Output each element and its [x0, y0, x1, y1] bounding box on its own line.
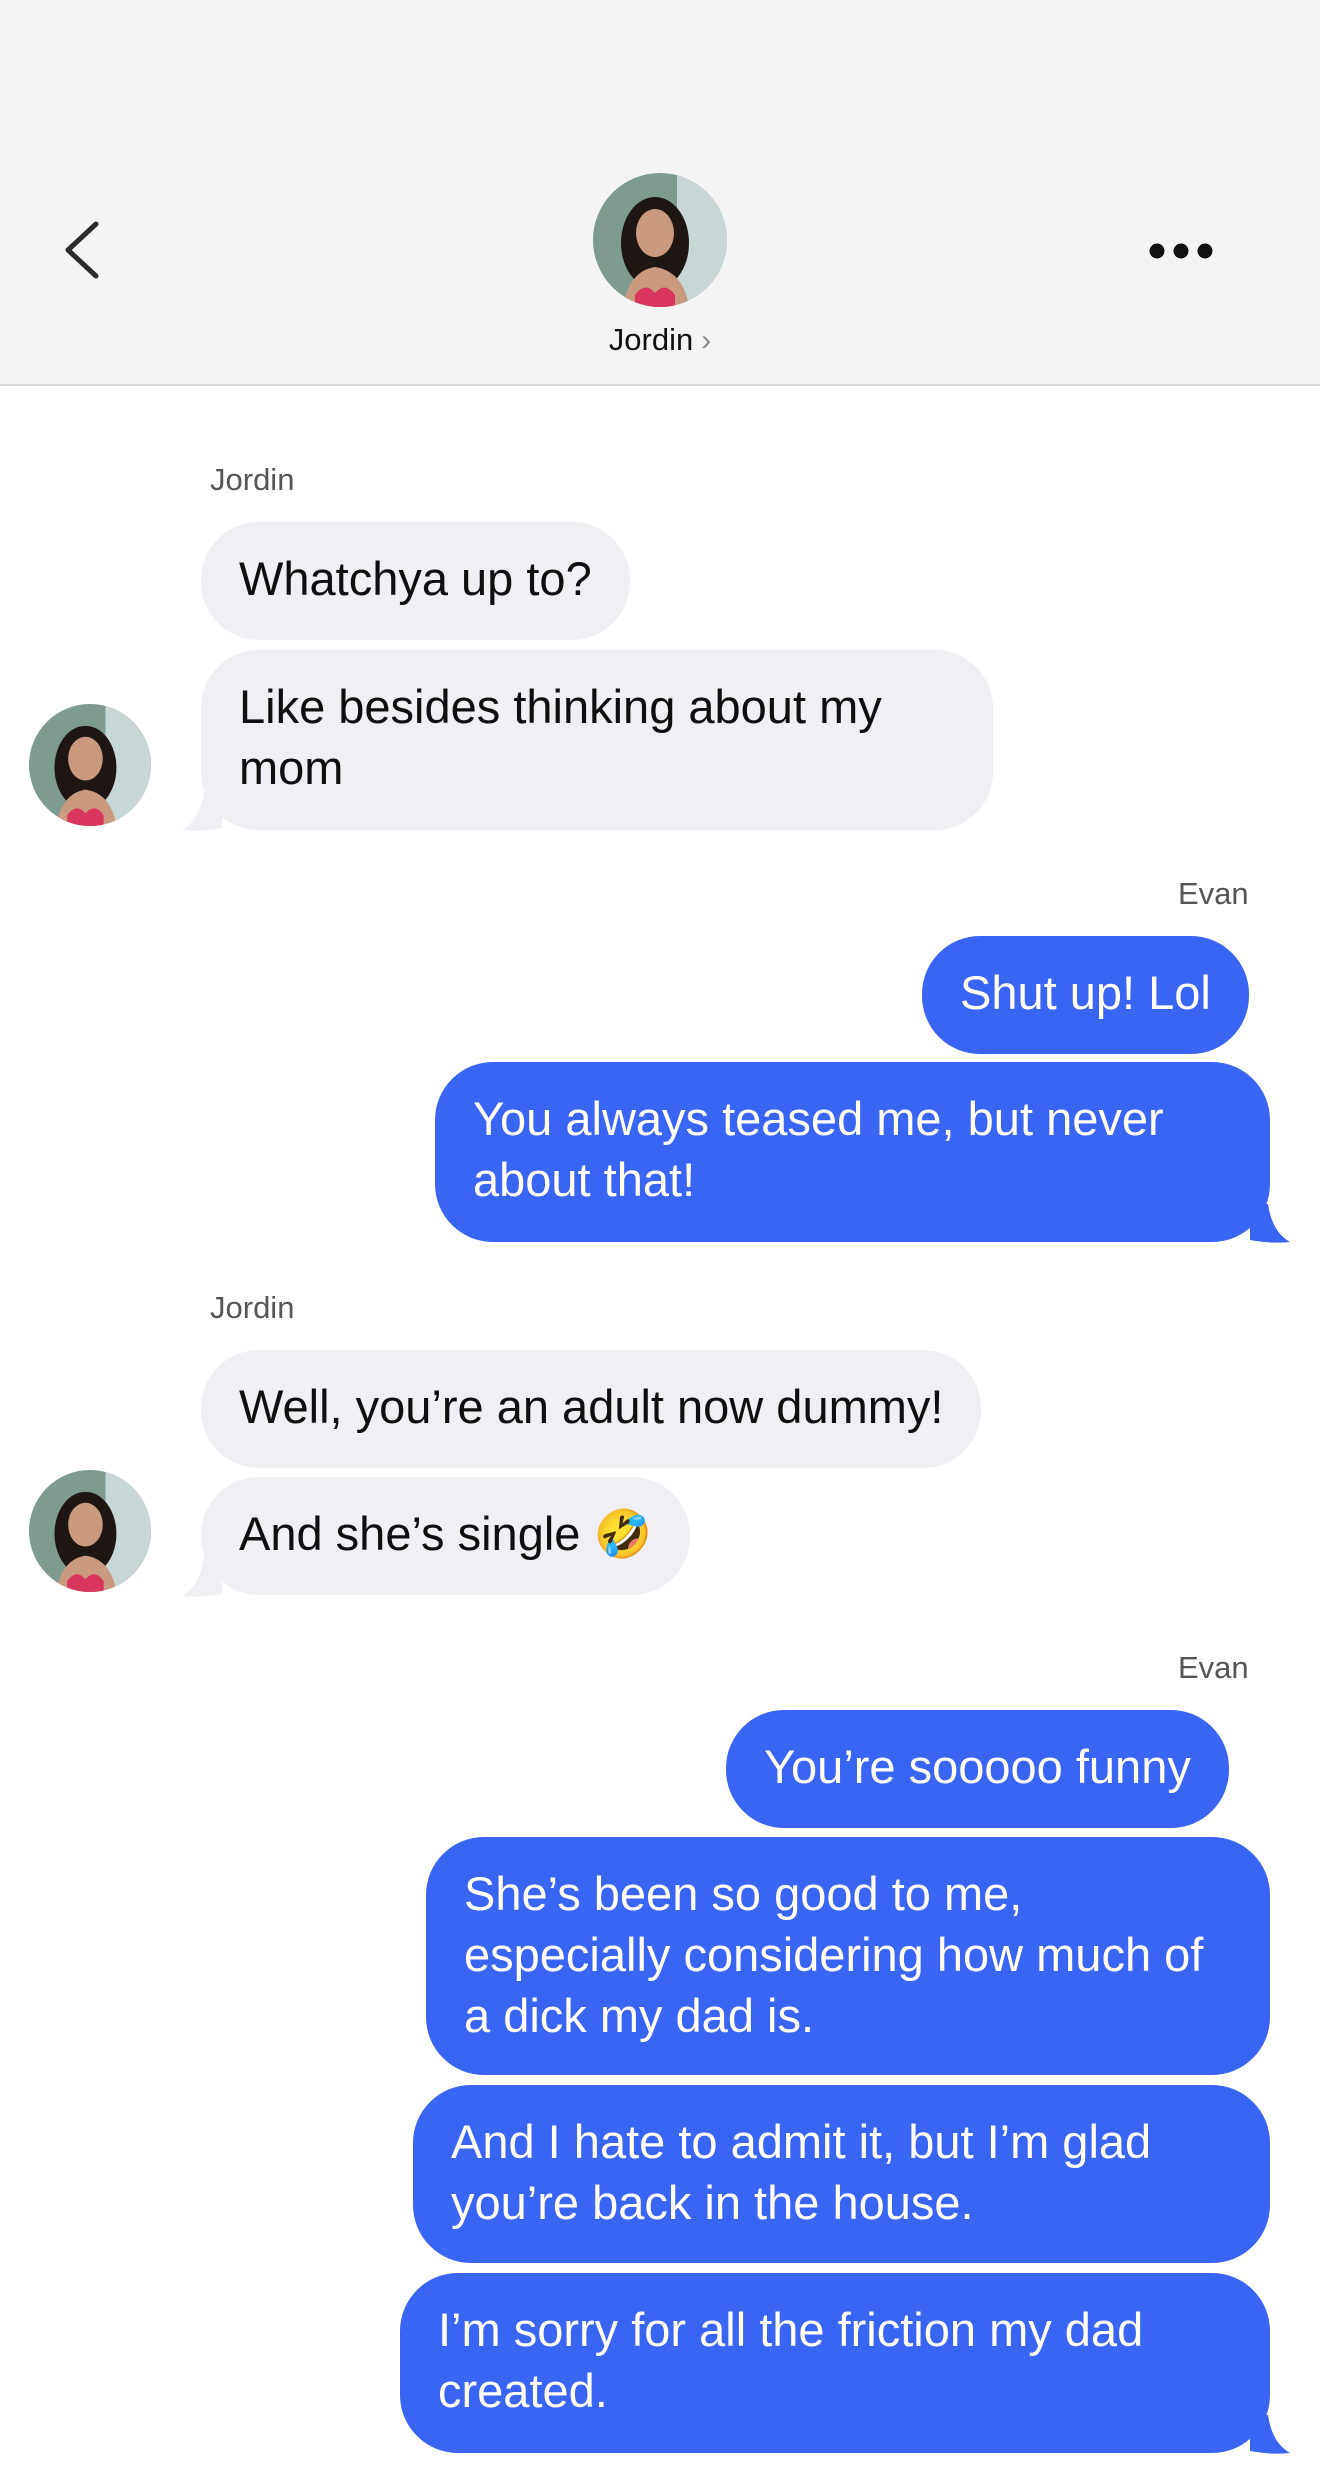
chat-header: Jordin ›	[0, 0, 1320, 386]
contact-avatar[interactable]	[29, 704, 151, 826]
bubble-tail	[182, 1558, 222, 1597]
message-bubble-outgoing[interactable]: Shut up! Lol	[922, 936, 1249, 1054]
message-text: Shut up! Lol	[960, 966, 1211, 1019]
message-text: You always teased me, but never about th…	[473, 1092, 1164, 1206]
bubble-tail	[1250, 1204, 1290, 1243]
message-text: And I hate to admit it, but I’m glad you…	[451, 2115, 1152, 2229]
bubble-tail	[1250, 2415, 1290, 2454]
contact-name: Jordin	[608, 322, 694, 357]
message-text: Well, you’re an adult now dummy!	[239, 1380, 944, 1433]
message-bubble-incoming[interactable]: Like besides thinking about my mom	[201, 650, 993, 830]
message-text: Like besides thinking about my mom	[239, 680, 882, 794]
sender-label: Evan	[1178, 1650, 1249, 1685]
message-text: You’re sooooo funny	[764, 1740, 1191, 1793]
message-bubble-outgoing[interactable]: You’re sooooo funny	[726, 1710, 1229, 1828]
contact-avatar[interactable]	[29, 1470, 151, 1592]
sender-label: Jordin	[210, 1290, 295, 1325]
message-bubble-outgoing[interactable]: I’m sorry for all the friction my dad cr…	[400, 2273, 1270, 2453]
back-chevron-icon[interactable]	[56, 218, 106, 282]
message-text: She’s been so good to me, especially con…	[464, 1867, 1204, 2042]
contact-name-row[interactable]: Jordin ›	[0, 322, 1320, 358]
sender-label: Jordin	[210, 462, 295, 497]
contact-avatar[interactable]	[593, 173, 727, 307]
chevron-right-icon: ›	[701, 324, 712, 357]
message-bubble-outgoing[interactable]: She’s been so good to me, especially con…	[426, 1837, 1270, 2075]
message-bubble-incoming[interactable]: Whatchya up to?	[201, 522, 630, 640]
bubble-tail	[182, 792, 222, 831]
message-text: I’m sorry for all the friction my dad cr…	[438, 2303, 1144, 2417]
message-bubble-outgoing[interactable]: You always teased me, but never about th…	[435, 1062, 1270, 1242]
message-text: Whatchya up to?	[239, 552, 592, 605]
more-dots-icon[interactable]	[1148, 238, 1214, 264]
sender-label: Evan	[1178, 876, 1249, 911]
message-bubble-incoming[interactable]: And she’s single 🤣	[201, 1477, 690, 1595]
message-text: And she’s single 🤣	[239, 1507, 652, 1560]
message-bubble-outgoing[interactable]: And I hate to admit it, but I’m glad you…	[413, 2085, 1270, 2263]
message-bubble-incoming[interactable]: Well, you’re an adult now dummy!	[201, 1350, 982, 1468]
